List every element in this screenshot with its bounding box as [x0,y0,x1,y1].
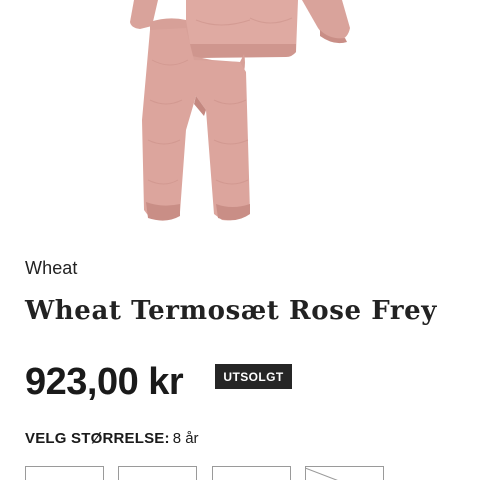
thermal-suit-product-photo [130,0,350,221]
size-selector-label: VELG STØRRELSE: 8 år [25,430,199,447]
sold-out-badge: UTSOLGT [215,364,292,389]
product-price: 923,00 kr [25,361,184,403]
product-brand[interactable]: Wheat [25,258,78,279]
product-image[interactable] [0,0,480,232]
size-option[interactable] [212,466,291,480]
product-title: Wheat Termosæt Rose Frey [25,296,437,326]
size-option-unavailable[interactable] [305,466,384,480]
size-label-text: VELG STØRRELSE: [25,430,170,447]
selected-size-value: 8 år [172,430,199,447]
size-option[interactable] [118,466,197,480]
size-option[interactable] [25,466,104,480]
